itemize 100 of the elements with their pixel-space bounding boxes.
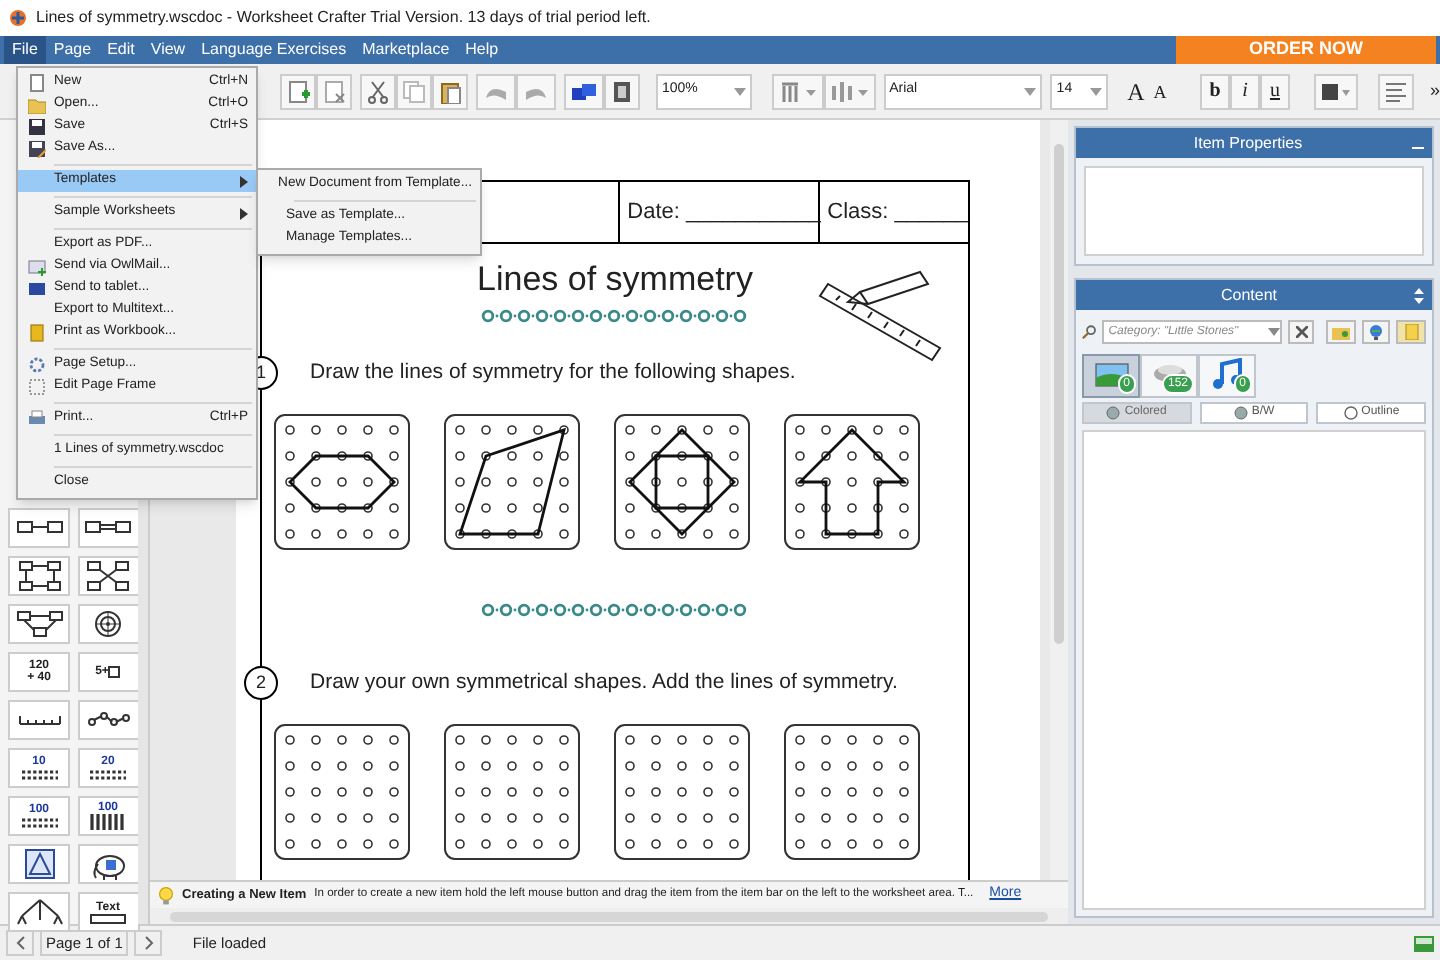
item-tile[interactable] [77, 604, 139, 644]
landscape-icon [1091, 358, 1131, 390]
geoboard-drawing [784, 724, 920, 860]
arrange-icon [610, 79, 634, 103]
radio-icon [1106, 406, 1121, 420]
tablet-icon [27, 280, 45, 298]
vertical-align-button[interactable] [771, 73, 824, 109]
panel-title: Content [1218, 283, 1280, 307]
item-tile[interactable] [8, 556, 70, 596]
new-document-button[interactable] [280, 73, 316, 109]
task-number: 2 [244, 666, 278, 700]
menu-item[interactable]: Language Exercises [193, 36, 355, 64]
menu-item[interactable]: Edit [99, 36, 143, 64]
header-field: Date: ___________ [627, 195, 821, 229]
item-tile[interactable] [77, 700, 139, 740]
dropdown-arrow-icon [733, 87, 746, 95]
previous-page-button[interactable] [6, 930, 34, 956]
item-tile[interactable] [8, 700, 70, 740]
grow-font-button[interactable]: A [1123, 73, 1148, 109]
printer-icon [27, 410, 45, 428]
menu-item[interactable]: Help [457, 36, 507, 64]
mail-icon [27, 258, 45, 276]
cubes-icon [570, 79, 598, 103]
add-folder-button[interactable] [1326, 320, 1356, 344]
menu-item[interactable]: View [142, 36, 194, 64]
item-tile[interactable] [8, 844, 70, 884]
save-as-icon [27, 140, 45, 158]
geoboard-drawing [614, 414, 750, 550]
book-icon [27, 324, 45, 342]
shrink-font-button[interactable]: A [1147, 73, 1172, 109]
text-color-button[interactable] [1313, 73, 1358, 109]
clipboard-icon [438, 79, 462, 103]
geoboard-drawing [444, 414, 580, 550]
dropdown-arrow-icon [1024, 87, 1037, 95]
tree-icon [13, 896, 65, 928]
gear-icon [27, 356, 45, 374]
item-tile[interactable] [8, 508, 70, 548]
distribute-button[interactable] [823, 73, 876, 109]
empty-box-icon [108, 666, 121, 678]
menu-item[interactable]: File [4, 36, 46, 64]
scissors-icon [366, 79, 390, 103]
dropdown-arrow-icon [1089, 87, 1102, 95]
item-tile[interactable] [77, 508, 139, 548]
header-field: Class: ______ [827, 195, 968, 229]
search-icon [1082, 324, 1097, 340]
item-tile[interactable] [8, 604, 70, 644]
next-page-button[interactable] [134, 930, 163, 956]
arrange-button[interactable] [604, 73, 640, 109]
item-tile[interactable] [8, 892, 70, 932]
underline-button[interactable]: u [1259, 73, 1290, 109]
clear-button[interactable] [1288, 320, 1315, 344]
item-tile[interactable] [77, 556, 139, 596]
copy-icon [402, 79, 426, 103]
text-box-icon [90, 913, 126, 923]
folder-icon [27, 96, 45, 114]
menu-item[interactable]: Marketplace [354, 36, 458, 64]
distribute-icon [829, 79, 870, 103]
lightbulb-icon [158, 885, 174, 905]
counting-dots-icon [86, 768, 130, 780]
geoboard-drawing [784, 414, 920, 550]
sort-icon[interactable] [1414, 287, 1424, 303]
submenu-arrow-icon [240, 207, 248, 219]
overflow-button[interactable]: » [1429, 77, 1440, 105]
italic-button[interactable]: i [1229, 73, 1260, 109]
number-line-icon [17, 714, 61, 726]
align-left-icon [1383, 81, 1408, 101]
task-instruction: Draw the lines of symmetry for the following shapes. [310, 357, 796, 388]
document-icon [1403, 324, 1420, 340]
radio-icon [1233, 406, 1248, 420]
geoboard-drawing [444, 724, 580, 860]
frame-icon [27, 378, 45, 396]
task-instruction: Draw your own symmetrical shapes. Add the lines of symmetry. [310, 667, 898, 698]
color-swatch-icon [1319, 81, 1352, 101]
paste-button[interactable] [432, 73, 468, 109]
new-document-icon [286, 79, 310, 103]
flow-tree-icon [13, 608, 65, 640]
group-button[interactable] [564, 73, 604, 109]
bold-button[interactable]: b [1199, 73, 1230, 109]
dropdown-arrow-icon [1268, 328, 1281, 336]
panel-title: Item Properties [1191, 131, 1305, 155]
window-title: Lines of symmetry.wscdoc - Worksheet Crafter Trial Version. 13 days of trial period left. [36, 6, 651, 30]
cut-button[interactable] [360, 73, 396, 109]
geoboard-drawing [274, 414, 410, 550]
flow-square-icon [13, 560, 65, 592]
delete-document-icon [322, 79, 346, 103]
folder-icon [1331, 325, 1350, 339]
chevron-right-icon [143, 936, 154, 950]
close-icon [1295, 326, 1308, 338]
item-tile[interactable] [77, 844, 139, 884]
align-top-icon [777, 79, 818, 103]
globe-button[interactable] [1361, 320, 1391, 344]
chevron-left-icon [15, 936, 25, 950]
counting-dots-icon [17, 768, 61, 780]
counting-dots-icon [17, 816, 61, 828]
text-align-button[interactable] [1377, 73, 1414, 109]
geoboard-drawing [274, 724, 410, 860]
delete-document-button[interactable] [316, 73, 352, 109]
radio-icon [1343, 406, 1358, 420]
flow-cross-icon [82, 560, 134, 592]
menu-item[interactable]: Page [45, 36, 100, 64]
